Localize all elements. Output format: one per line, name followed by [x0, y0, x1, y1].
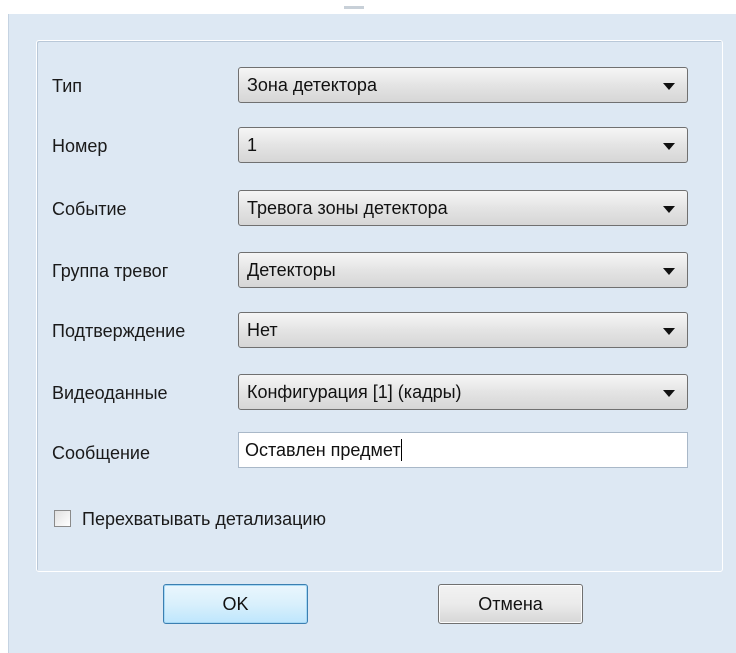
number-dropdown-value: 1	[247, 135, 258, 155]
type-label: Тип	[52, 76, 83, 96]
intercept-details-label[interactable]: Перехватывать детализацию	[82, 508, 326, 530]
event-dropdown[interactable]: Тревога зоны детектора	[238, 190, 688, 226]
video-data-dropdown[interactable]: Конфигурация [1] (кадры)	[238, 374, 688, 410]
event-label: Событие	[52, 199, 127, 219]
event-dropdown-value: Тревога зоны детектора	[247, 198, 448, 218]
confirmation-dropdown[interactable]: Нет	[238, 312, 688, 348]
type-dropdown[interactable]: Зона детектора	[238, 67, 688, 103]
confirmation-label: Подтверждение	[52, 321, 186, 341]
chevron-down-icon	[663, 390, 675, 397]
type-dropdown-value: Зона детектора	[247, 75, 377, 95]
number-label: Номер	[52, 136, 108, 156]
cancel-button[interactable]: Отмена	[438, 584, 583, 624]
message-input-text: Оставлен предмет	[245, 440, 401, 460]
confirmation-dropdown-value: Нет	[247, 320, 278, 340]
ok-button[interactable]: OK	[163, 584, 308, 624]
alarm-group-dropdown-value: Детекторы	[247, 260, 336, 280]
chevron-down-icon	[663, 206, 675, 213]
alarm-group-dropdown[interactable]: Детекторы	[238, 252, 688, 288]
resize-grip	[344, 6, 364, 9]
message-label: Сообщение	[52, 443, 150, 463]
chevron-down-icon	[663, 83, 675, 90]
video-data-dropdown-value: Конфигурация [1] (кадры)	[247, 382, 462, 402]
alarm-group-label: Группа тревог	[52, 261, 169, 281]
dialog-window: Тип Зона детектора Номер 1 Событие Трево…	[0, 0, 736, 653]
video-data-label: Видеоданные	[52, 383, 168, 403]
text-caret	[400, 439, 402, 461]
number-dropdown[interactable]: 1	[238, 127, 688, 163]
chevron-down-icon	[663, 328, 675, 335]
message-input-value: Оставлен предмет	[245, 439, 402, 461]
intercept-details-checkbox[interactable]	[54, 510, 71, 527]
message-input[interactable]: Оставлен предмет	[238, 432, 688, 468]
settings-group-box	[36, 40, 723, 572]
chevron-down-icon	[663, 268, 675, 275]
dialog-top-edge	[0, 0, 736, 14]
chevron-down-icon	[663, 143, 675, 150]
